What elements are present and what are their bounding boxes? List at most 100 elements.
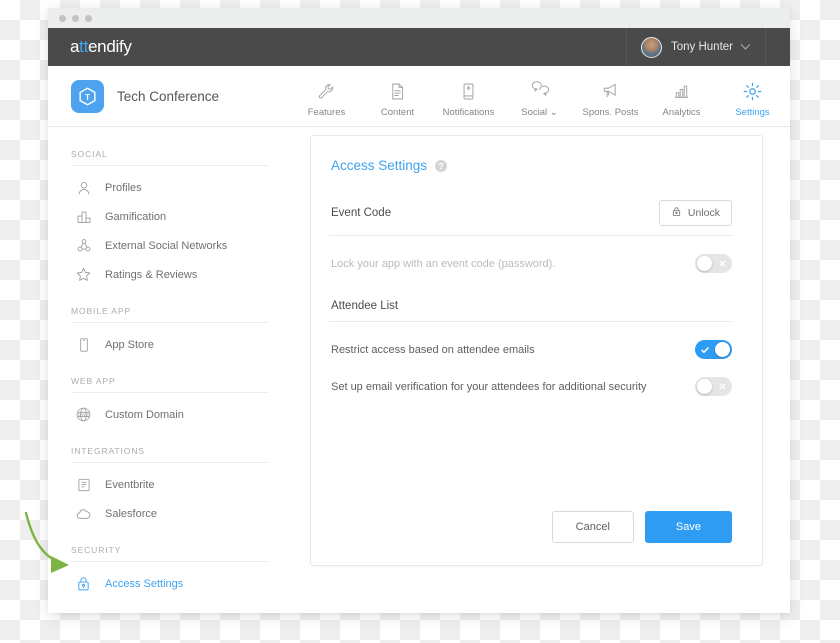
sidebar-item-eventbrite[interactable]: Eventbrite	[48, 470, 291, 499]
unlock-button-label: Unlock	[687, 207, 720, 219]
gear-icon	[742, 80, 763, 102]
sidebar-item-gamification[interactable]: Gamification	[48, 202, 291, 231]
chevron-down-icon	[740, 39, 751, 50]
nav-item-features[interactable]: Features	[291, 80, 362, 118]
toggle-email-verification[interactable]	[695, 377, 732, 396]
nav-item-content[interactable]: Content	[362, 80, 433, 118]
toggle-event-code[interactable]	[695, 254, 732, 273]
main-navbar: T Tech Conference Features Content Notif…	[48, 66, 790, 127]
help-icon[interactable]: ?	[435, 159, 448, 172]
nav-label: Social ⌄	[521, 107, 558, 118]
event-identity[interactable]: T Tech Conference	[48, 79, 291, 113]
section-header-attendee-list: Attendee List	[329, 300, 732, 322]
section-label: Event Code	[331, 207, 392, 219]
section-header-event-code: Event Code Unlock	[329, 200, 732, 236]
toggle-knob	[715, 342, 730, 357]
window-maximize-dot[interactable]	[85, 14, 92, 22]
user-name: Tony Hunter	[670, 41, 733, 53]
sidebar-item-ratings-reviews[interactable]: Ratings & Reviews	[48, 260, 291, 289]
sidebar-item-custom-domain[interactable]: WWW Custom Domain	[48, 400, 291, 429]
section-label: Attendee List	[331, 300, 399, 312]
cross-icon	[713, 254, 731, 273]
sidebar-group-title: SOCIAL	[71, 149, 268, 166]
nav-item-social[interactable]: Social ⌄	[504, 80, 575, 118]
app-topbar: attendify Tony Hunter	[48, 28, 790, 66]
sidebar-item-salesforce[interactable]: Salesforce	[48, 499, 291, 528]
document-icon	[388, 80, 407, 102]
cloud-icon	[75, 505, 92, 522]
phone-icon	[459, 80, 478, 102]
sidebar-item-label: Ratings & Reviews	[105, 268, 198, 281]
sidebar-group-social: SOCIAL Profiles Gamification External So…	[48, 149, 291, 289]
nav-item-notifications[interactable]: Notifications	[433, 80, 504, 118]
star-icon	[75, 266, 92, 283]
setting-label: Set up email verification for your atten…	[331, 380, 647, 393]
sidebar: SOCIAL Profiles Gamification External So…	[48, 127, 291, 613]
cancel-button[interactable]: Cancel	[551, 511, 634, 543]
sidebar-group-title: WEB APP	[71, 376, 268, 393]
event-name: Tech Conference	[117, 88, 220, 104]
svg-text:T: T	[85, 92, 90, 102]
window-titlebar	[48, 8, 790, 28]
sidebar-item-profiles[interactable]: Profiles	[48, 173, 291, 202]
event-app-icon: T	[71, 79, 104, 113]
lock-icon	[671, 206, 682, 220]
svg-text:WWW: WWW	[78, 413, 89, 417]
sidebar-item-label: Access Settings	[105, 577, 184, 590]
sidebar-item-label: Custom Domain	[105, 408, 184, 421]
sidebar-group-title: INTEGRATIONS	[71, 446, 268, 463]
sidebar-item-label: External Social Networks	[105, 239, 228, 252]
nav-label: Analytics	[662, 107, 701, 118]
nav-item-settings[interactable]: Settings	[717, 80, 788, 118]
megaphone-icon	[601, 80, 621, 102]
sidebar-item-label: Salesforce	[105, 507, 157, 520]
sidebar-group-mobile-app: MOBILE APP App Store	[48, 306, 291, 359]
user-menu[interactable]: Tony Hunter	[625, 28, 766, 66]
save-button[interactable]: Save	[644, 511, 732, 543]
window-minimize-dot[interactable]	[72, 14, 79, 22]
sidebar-item-label: Profiles	[105, 181, 142, 194]
nav-label: Spons. Posts	[582, 107, 639, 118]
sidebar-group-web-app: WEB APP WWW Custom Domain	[48, 376, 291, 429]
logo-accent: tt	[79, 37, 89, 56]
attendify-logo[interactable]: attendify	[70, 37, 132, 57]
caret-icon: ⌄	[549, 107, 558, 118]
nav-item-analytics[interactable]: Analytics	[646, 80, 717, 118]
nav-label: Settings	[735, 107, 770, 118]
wrench-icon	[317, 80, 336, 102]
content-area: Access Settings ? Event Code Unlock Lock…	[291, 127, 790, 613]
toggle-knob	[697, 256, 712, 271]
sidebar-item-label: Eventbrite	[105, 478, 155, 491]
nav-label: Content	[380, 107, 415, 118]
cross-icon	[713, 377, 731, 396]
access-settings-card: Access Settings ? Event Code Unlock Lock…	[310, 135, 763, 566]
page-body: SOCIAL Profiles Gamification External So…	[48, 127, 790, 613]
sidebar-item-label: Gamification	[105, 210, 167, 223]
setting-row-event-code: Lock your app with an event code (passwo…	[329, 236, 732, 273]
sidebar-item-external-social-networks[interactable]: External Social Networks	[48, 231, 291, 260]
sidebar-item-label: App Store	[105, 338, 154, 351]
window-close-dot[interactable]	[59, 14, 66, 22]
avatar	[640, 36, 662, 58]
sidebar-item-app-store[interactable]: App Store	[48, 330, 291, 359]
ticket-icon	[75, 476, 92, 493]
sidebar-group-title: SECURITY	[71, 545, 268, 562]
setting-row-email-verification: Set up email verification for your atten…	[329, 359, 732, 396]
sidebar-group-integrations: INTEGRATIONS Eventbrite Salesforce	[48, 446, 291, 528]
nav-item-spons-posts[interactable]: Spons. Posts	[575, 80, 646, 118]
card-header: Access Settings ?	[329, 158, 732, 173]
sidebar-group-security: SECURITY Access Settings	[48, 545, 291, 598]
check-icon	[696, 340, 714, 359]
unlock-button[interactable]: Unlock	[658, 200, 732, 226]
bar-chart-icon	[672, 80, 691, 102]
person-icon	[75, 179, 92, 196]
lock-icon	[75, 575, 92, 592]
browser-window: attendify Tony Hunter T Tech Conference	[48, 8, 790, 613]
mobile-phone-icon	[75, 336, 92, 353]
toggle-restrict-access[interactable]	[695, 340, 732, 359]
globe-www-icon: WWW	[75, 406, 92, 423]
sidebar-item-access-settings[interactable]: Access Settings	[48, 569, 291, 598]
nav-label: Features	[307, 107, 346, 118]
chat-bubbles-icon	[530, 80, 550, 102]
logo-prefix: a	[70, 37, 80, 56]
